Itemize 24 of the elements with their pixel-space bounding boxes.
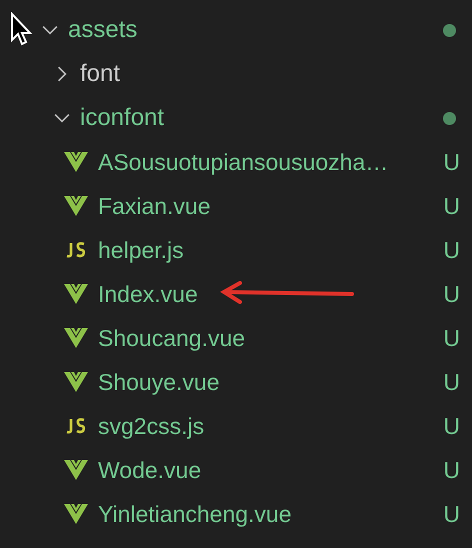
file-name[interactable]: Shouye.vue xyxy=(98,368,220,396)
git-status: U xyxy=(443,324,460,352)
file-name[interactable]: helper.js xyxy=(98,236,184,264)
git-status: U xyxy=(443,280,460,308)
modified-dot xyxy=(443,24,456,36)
git-status: U xyxy=(443,412,460,440)
modified-dot xyxy=(443,112,456,124)
file-name[interactable]: Index.vue xyxy=(98,280,198,308)
git-status: U xyxy=(443,148,460,176)
file-name[interactable]: svg2css.js xyxy=(98,412,204,440)
file-name[interactable]: Yinletiancheng.vue xyxy=(98,500,292,528)
git-status: U xyxy=(443,368,460,396)
git-status: U xyxy=(443,236,460,264)
git-status: U xyxy=(443,456,460,484)
folder-name[interactable]: iconfont xyxy=(80,104,164,132)
file-name[interactable]: ASousuotupiansousuozha… xyxy=(98,148,388,176)
git-status: U xyxy=(443,192,460,220)
file-name[interactable]: Shoucang.vue xyxy=(98,324,246,352)
folder-name[interactable]: assets xyxy=(68,16,138,44)
git-status: U xyxy=(443,500,460,528)
folder-name[interactable]: font xyxy=(80,60,120,88)
mouse-pointer-icon xyxy=(10,12,34,46)
file-name[interactable]: Faxian.vue xyxy=(98,192,211,220)
file-name[interactable]: Wode.vue xyxy=(98,456,202,484)
